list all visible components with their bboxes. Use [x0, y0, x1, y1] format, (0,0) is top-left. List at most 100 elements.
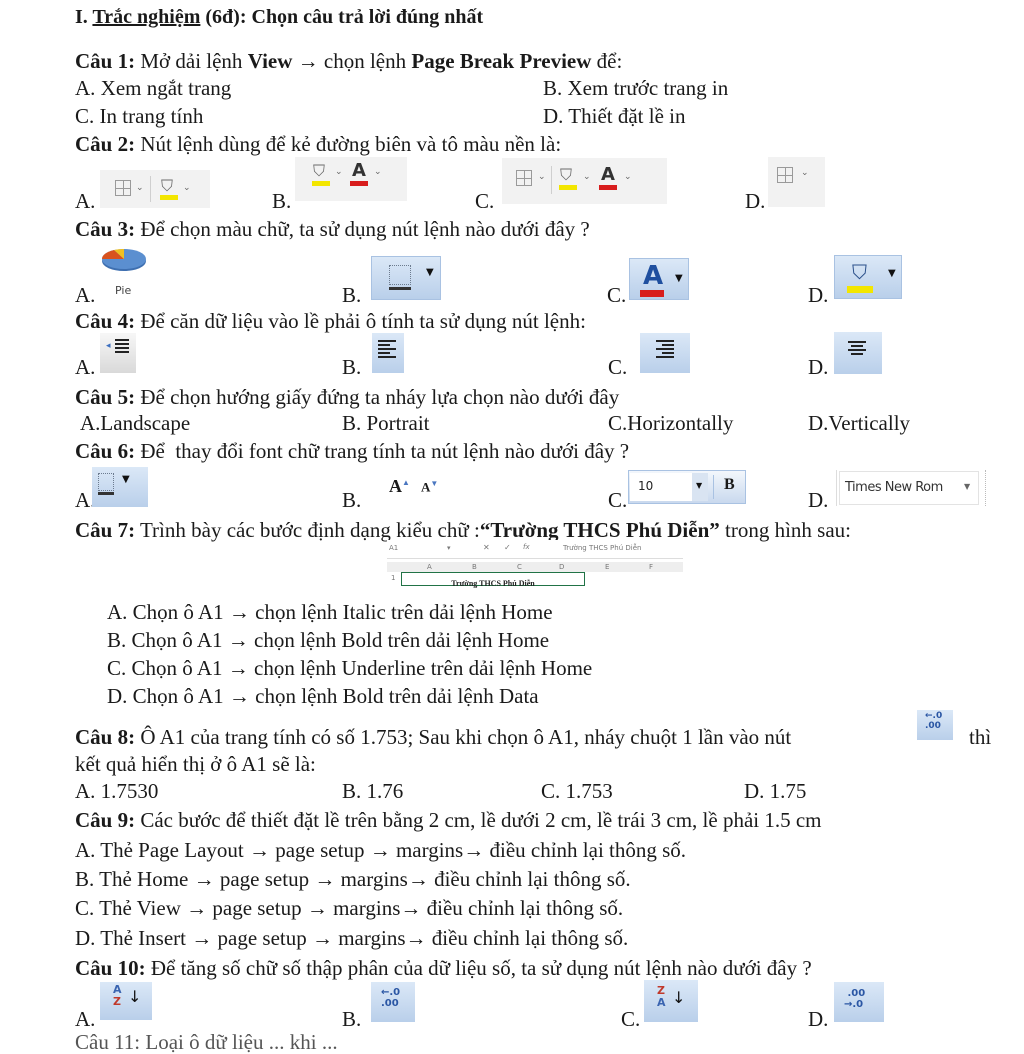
- borders-icon: [115, 180, 131, 196]
- q4-option-a-image[interactable]: ◂: [100, 333, 136, 373]
- q9-option-c[interactable]: C. Thẻ View → page setup → margins→ điều…: [75, 896, 623, 920]
- q2-option-b-letter[interactable]: B.: [272, 189, 291, 213]
- q3-option-d-letter[interactable]: D.: [808, 283, 828, 307]
- chevron-down-icon: ⌄: [624, 172, 632, 182]
- column-header: F: [649, 563, 654, 571]
- keyword-page-break-preview: Page Break Preview: [411, 49, 592, 73]
- q5-option-d[interactable]: D.Vertically: [808, 411, 910, 435]
- q2-option-d-letter[interactable]: D.: [745, 189, 765, 213]
- dropdown-arrow-icon[interactable]: ▼: [964, 482, 970, 491]
- q2-option-b-image[interactable]: ⛉ ⌄ A ⌄: [295, 157, 407, 201]
- q2-option-a-letter[interactable]: A.: [75, 189, 95, 213]
- font-size-dropdown[interactable]: ▼: [692, 473, 708, 501]
- q6-option-c-letter[interactable]: C.: [608, 488, 627, 512]
- borders-icon: [516, 170, 532, 186]
- q1-option-a[interactable]: A. Xem ngắt trang: [75, 76, 231, 100]
- q1-option-d[interactable]: D. Thiết đặt lề in: [543, 104, 686, 128]
- q4-option-c-letter[interactable]: C.: [608, 355, 627, 379]
- q4-option-d-image[interactable]: [834, 332, 882, 374]
- q8-option-d[interactable]: D. 1.75: [744, 779, 806, 803]
- q7-option-d[interactable]: D. Chọn ô A1 → chọn lệnh Bold trên dải l…: [107, 684, 539, 708]
- q6-option-b-letter[interactable]: B.: [342, 488, 361, 512]
- q8-option-a[interactable]: A. 1.7530: [75, 779, 158, 803]
- q4-option-b-letter[interactable]: B.: [342, 355, 361, 379]
- q8-option-c[interactable]: C. 1.753: [541, 779, 613, 803]
- down-arrow-icon: ↓: [128, 987, 142, 1006]
- q10-option-a-letter[interactable]: A.: [75, 1007, 95, 1031]
- q3-option-c-letter[interactable]: C.: [607, 283, 626, 307]
- q1-option-b[interactable]: B. Xem trước trang in: [543, 76, 728, 100]
- quoted-text: “Trường THCS Phú Diễn”: [479, 518, 720, 542]
- q5-option-b[interactable]: B. Portrait: [342, 411, 430, 435]
- sort-z-to-a-icon[interactable]: ZA ↓: [644, 980, 698, 1022]
- q9-option-a[interactable]: A. Thẻ Page Layout → page setup → margin…: [75, 838, 686, 862]
- question-7: Câu 7: Trình bày các bước định dạng kiểu…: [75, 518, 851, 542]
- font-color-letter-icon: A: [601, 164, 615, 185]
- chevron-down-icon: ⌄: [335, 167, 343, 177]
- q8-option-b[interactable]: B. 1.76: [342, 779, 403, 803]
- q3-option-b-image[interactable]: ▼: [371, 256, 441, 300]
- shrink-font-icon[interactable]: A▼: [421, 479, 438, 495]
- dropdown-arrow-icon: ▼: [675, 273, 683, 284]
- grow-font-icon[interactable]: A▲: [389, 476, 410, 497]
- question-11-partial: Câu 11: Loại ô dữ liệu ... khi ...: [75, 1030, 338, 1054]
- question-text: Để căn dữ liệu vào lề phải ô tính ta sử …: [135, 309, 586, 333]
- q3-option-b-letter[interactable]: B.: [342, 283, 361, 307]
- name-box-dropdown-icon: ▾: [447, 544, 451, 552]
- font-size-value: 10: [638, 479, 654, 493]
- column-header: D: [559, 563, 565, 571]
- q7-option-a[interactable]: A. Chọn ô A1 → chọn lệnh Italic trên dải…: [107, 600, 553, 624]
- align-center-icon: [848, 341, 866, 357]
- q2-option-a-image[interactable]: ⌄ ⛉ ⌄: [100, 170, 210, 208]
- q2-option-c-letter[interactable]: C.: [475, 189, 494, 213]
- q7-option-b[interactable]: B. Chọn ô A1 → chọn lệnh Bold trên dải l…: [107, 628, 549, 652]
- q6-option-a-image[interactable]: ▼: [92, 467, 148, 507]
- q6-option-d-image[interactable]: Times New Rom ▼: [836, 470, 986, 506]
- q4-option-a-letter[interactable]: A.: [75, 355, 95, 379]
- q3-option-c-image[interactable]: A ▼: [629, 258, 689, 300]
- dropdown-arrow-icon: ▼: [888, 268, 896, 279]
- column-header: E: [605, 563, 610, 571]
- q6-option-d-letter[interactable]: D.: [808, 488, 828, 512]
- merged-cell-a1: Trường THCS Phú Diễn: [401, 572, 585, 588]
- fill-bucket-icon: ⛉: [852, 260, 867, 284]
- q10-option-d-letter[interactable]: D.: [808, 1007, 828, 1031]
- q4-option-d-letter[interactable]: D.: [808, 355, 828, 379]
- pie-chart-icon: [101, 248, 146, 271]
- q5-option-c[interactable]: C.Horizontally: [608, 411, 733, 435]
- font-name-input[interactable]: Times New Rom ▼: [839, 471, 979, 505]
- section-name: Trắc nghiệm: [92, 6, 201, 28]
- chevron-down-icon: ⌄: [183, 183, 191, 193]
- question-text: Để tăng số chữ số thập phân của dữ liệu …: [145, 956, 812, 980]
- font-size-input[interactable]: 10: [630, 473, 692, 501]
- q9-option-b[interactable]: B. Thẻ Home → page setup → margins→ điều…: [75, 867, 631, 891]
- q2-option-c-image[interactable]: ⌄ ⛉ ⌄ A ⌄: [502, 158, 667, 204]
- q6-option-b-image[interactable]: A▲ A▼: [385, 474, 445, 500]
- q9-option-d[interactable]: D. Thẻ Insert → page setup → margins→ đi…: [75, 926, 628, 950]
- q3-option-d-image[interactable]: ⛉ ▼: [834, 255, 902, 299]
- q10-option-c-letter[interactable]: C.: [621, 1007, 640, 1031]
- question-10: Câu 10: Để tăng số chữ số thập phân của …: [75, 956, 812, 980]
- excel-snippet: A1 ▾ ✕ ✓ fx Trường THCS Phú Diễn A B C D…: [387, 540, 683, 595]
- sort-a-to-z-icon[interactable]: AZ ↓: [100, 982, 152, 1020]
- q3-option-a-letter[interactable]: A.: [75, 283, 95, 307]
- question-text: Để chọn màu chữ, ta sử dụng nút lệnh nào…: [135, 217, 590, 241]
- question-text: để:: [591, 49, 623, 73]
- bottom-border-line: [389, 287, 411, 290]
- column-header-row: A B C D E F: [387, 562, 683, 572]
- q3-option-a-image[interactable]: Pie: [100, 246, 152, 298]
- q6-option-c-image[interactable]: 10 ▼ B: [628, 470, 746, 504]
- q2-option-d-image[interactable]: ⌄: [768, 157, 825, 207]
- q7-option-c[interactable]: C. Chọn ô A1 → chọn lệnh Underline trên …: [107, 656, 592, 680]
- q1-option-c[interactable]: C. In trang tính: [75, 104, 203, 128]
- q10-option-b-letter[interactable]: B.: [342, 1007, 361, 1031]
- bold-button[interactable]: B: [724, 476, 735, 494]
- increase-decimal-icon[interactable]: ←.0.00: [917, 710, 953, 740]
- q5-option-a[interactable]: A.Landscape: [80, 411, 190, 435]
- grow-font-letter: A: [389, 476, 402, 496]
- decrease-decimal-icon[interactable]: .00 →.0: [834, 982, 884, 1022]
- q4-option-c-image[interactable]: [640, 333, 690, 373]
- q4-option-b-image[interactable]: [372, 333, 404, 373]
- increase-decimal-icon[interactable]: ←.0.00: [371, 982, 415, 1022]
- separator: [150, 176, 151, 202]
